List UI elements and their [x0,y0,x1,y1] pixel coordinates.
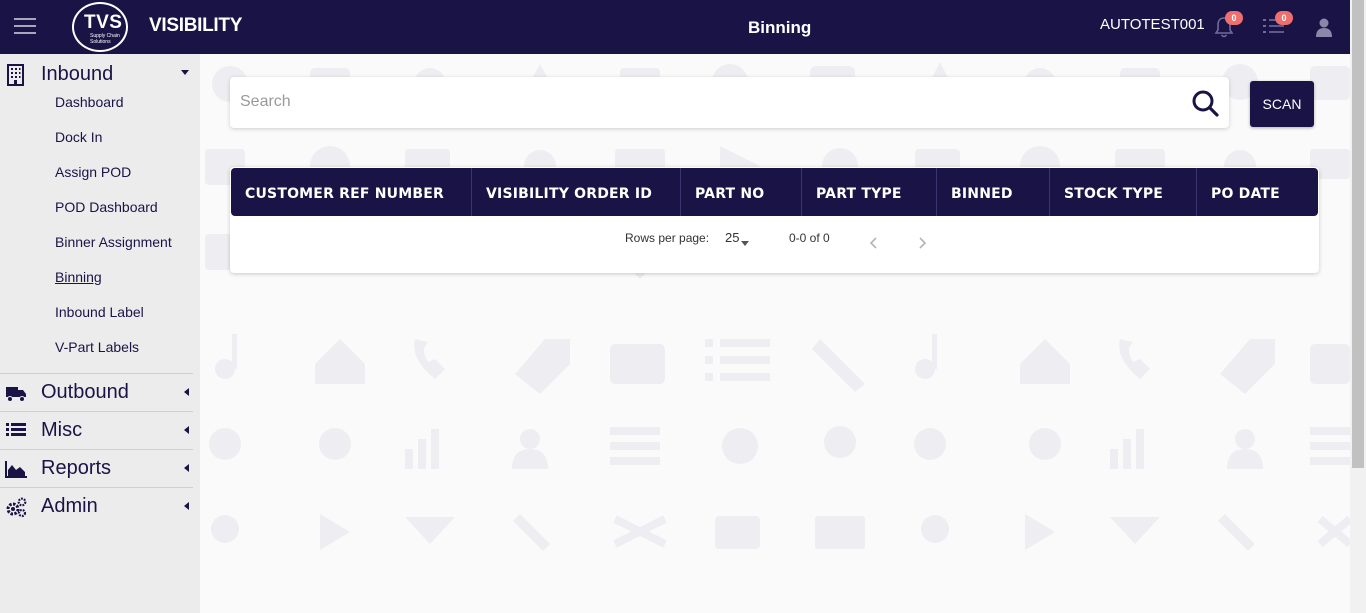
list-icon [6,423,26,436]
caret-left-icon [184,388,189,396]
caret-down-icon [181,70,189,75]
caret-left-icon [184,502,189,510]
sidebar-item-dock-in[interactable]: Dock In [55,129,102,145]
next-page-icon[interactable] [915,236,929,250]
truck-icon [6,387,26,402]
rows-per-page-label: Rows per page: [625,231,710,245]
sidebar-section-reports[interactable]: Reports [0,450,193,487]
sidebar-section-label: Inbound [41,63,114,85]
scan-button[interactable]: SCAN [1250,81,1314,127]
notifications-badge: 0 [1225,11,1243,25]
sidebar-item-v-part-labels[interactable]: V-Part Labels [55,339,139,355]
caret-left-icon [184,464,189,472]
binning-table: CUSTOMER REF NUMBER VISIBILITY ORDER ID … [230,167,1319,273]
area-chart-icon [5,461,27,478]
page-scrollbar[interactable] [1350,0,1366,613]
sidebar-section-admin[interactable]: Admin [0,488,193,525]
tvs-logo: TVS Supply Chain Solutions [72,2,128,52]
rows-per-page-select[interactable]: 25 [725,230,755,248]
search-icon[interactable] [1191,89,1219,117]
search-box [230,77,1229,128]
column-header-visibility-order-id[interactable]: VISIBILITY ORDER ID [472,168,681,216]
sidebar-item-binner-assignment[interactable]: Binner Assignment [55,234,172,250]
sidebar-section-outbound[interactable]: Outbound [0,374,193,411]
sidebar-section-label: Admin [41,495,98,517]
search-input[interactable] [240,89,1170,115]
main-content: SCAN CUSTOMER REF NUMBER VISIBILITY ORDE… [200,54,1350,613]
tasks-badge: 0 [1275,11,1293,25]
column-header-po-date[interactable]: PO DATE [1197,168,1318,216]
caret-left-icon [184,426,189,434]
brand-name: VISIBILITY [149,15,243,36]
user-icon[interactable] [1315,17,1333,37]
sidebar-item-assign-pod[interactable]: Assign POD [55,164,131,180]
column-header-part-no[interactable]: PART NO [681,168,802,216]
caret-down-icon[interactable] [741,241,749,246]
sidebar-section-label: Outbound [41,381,129,403]
cogs-icon [6,497,27,518]
table-header: CUSTOMER REF NUMBER VISIBILITY ORDER ID … [231,168,1318,216]
scrollbar-thumb[interactable] [1352,0,1364,468]
username[interactable]: AUTOTEST001 [1100,16,1205,33]
sidebar-item-inbound-label[interactable]: Inbound Label [55,304,144,320]
column-header-binned[interactable]: BINNED [937,168,1050,216]
building-icon [7,64,24,86]
sidebar: Inbound Dashboard Dock In Assign POD POD… [0,54,200,613]
column-header-stock-type[interactable]: STOCK TYPE [1050,168,1197,216]
sidebar-item-pod-dashboard[interactable]: POD Dashboard [55,199,158,215]
pagination-range: 0-0 of 0 [789,231,830,245]
column-header-customer-ref-number[interactable]: CUSTOMER REF NUMBER [231,168,472,216]
top-bar: TVS Supply Chain Solutions VISIBILITY Bi… [0,0,1350,54]
sidebar-section-label: Reports [41,457,112,479]
previous-page-icon[interactable] [867,236,881,250]
sidebar-section-misc[interactable]: Misc [0,412,193,449]
column-header-part-type[interactable]: PART TYPE [802,168,937,216]
sidebar-section-label: Misc [41,419,83,441]
sidebar-item-binning[interactable]: Binning [55,269,102,285]
sidebar-item-dashboard[interactable]: Dashboard [55,94,124,110]
sidebar-section-inbound[interactable]: Inbound [0,56,193,93]
menu-icon[interactable] [14,18,36,36]
page-title: Binning [748,18,812,37]
background-pattern [205,62,1350,551]
